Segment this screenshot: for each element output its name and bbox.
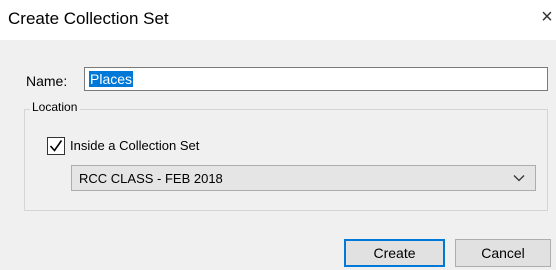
inside-collection-set-checkbox[interactable]: [47, 137, 65, 155]
title-bar: Create Collection Set ×: [0, 0, 556, 40]
name-input-value: Places: [89, 71, 134, 87]
create-collection-set-dialog: Create Collection Set × Name: Places Loc…: [0, 0, 556, 270]
cancel-button[interactable]: Cancel: [455, 239, 551, 267]
location-group: [24, 109, 548, 211]
dialog-title: Create Collection Set: [8, 9, 169, 28]
name-input[interactable]: Places: [84, 67, 548, 91]
name-label: Name:: [26, 73, 68, 89]
dialog-body: Name: Places Location Inside a Collectio…: [0, 40, 556, 270]
collection-set-dropdown[interactable]: RCC CLASS - FEB 2018: [71, 165, 536, 191]
location-legend: Location: [30, 100, 81, 114]
collection-set-selected-value: RCC CLASS - FEB 2018: [79, 171, 223, 186]
checkmark-icon: [49, 140, 63, 152]
inside-collection-set-label[interactable]: Inside a Collection Set: [70, 138, 199, 153]
chevron-down-icon: [513, 175, 525, 182]
close-icon[interactable]: ×: [538, 4, 556, 30]
create-button[interactable]: Create: [344, 239, 445, 267]
